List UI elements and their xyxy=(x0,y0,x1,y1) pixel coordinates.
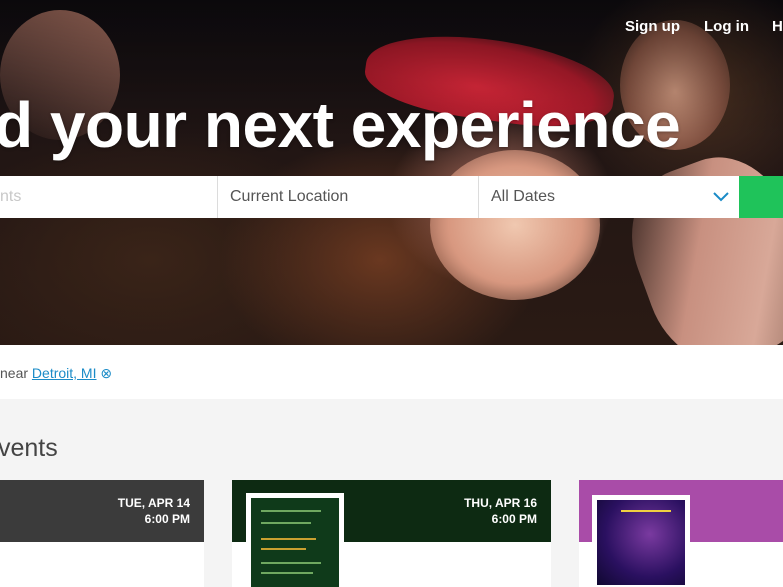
location-filter: near Detroit, MI ⊗ xyxy=(0,365,113,381)
sign-up-link[interactable]: Sign up xyxy=(625,18,680,35)
filter-strip: near Detroit, MI ⊗ xyxy=(0,345,783,399)
dates-select[interactable]: All Dates xyxy=(479,176,739,218)
search-bar: nts Current Location All Dates xyxy=(0,176,783,218)
event-date: TUE, APR 14 6:00 PM xyxy=(117,496,190,526)
event-date: THU, APR 16 6:00 PM xyxy=(464,496,537,526)
event-card[interactable]: THU, APR 16 6:00 PM xyxy=(232,480,551,587)
help-link[interactable]: H xyxy=(772,18,783,35)
hero-headline: d your next experience xyxy=(0,89,681,161)
event-thumbnail[interactable] xyxy=(592,495,690,587)
events-search-input[interactable]: nts xyxy=(0,176,218,218)
clear-location-icon[interactable]: ⊗ xyxy=(100,365,112,381)
hero-banner: Sign up Log in H d your next experience … xyxy=(0,0,783,345)
chevron-down-icon xyxy=(713,192,729,202)
search-button[interactable] xyxy=(739,176,783,218)
log-in-link[interactable]: Log in xyxy=(704,18,749,35)
event-card[interactable] xyxy=(579,480,783,587)
event-thumbnail[interactable] xyxy=(246,493,344,587)
section-title: vents xyxy=(0,434,58,462)
location-filter-link[interactable]: Detroit, MI xyxy=(32,365,97,381)
location-input[interactable]: Current Location xyxy=(218,176,479,218)
event-card[interactable]: TUE, APR 14 6:00 PM xyxy=(0,480,204,587)
